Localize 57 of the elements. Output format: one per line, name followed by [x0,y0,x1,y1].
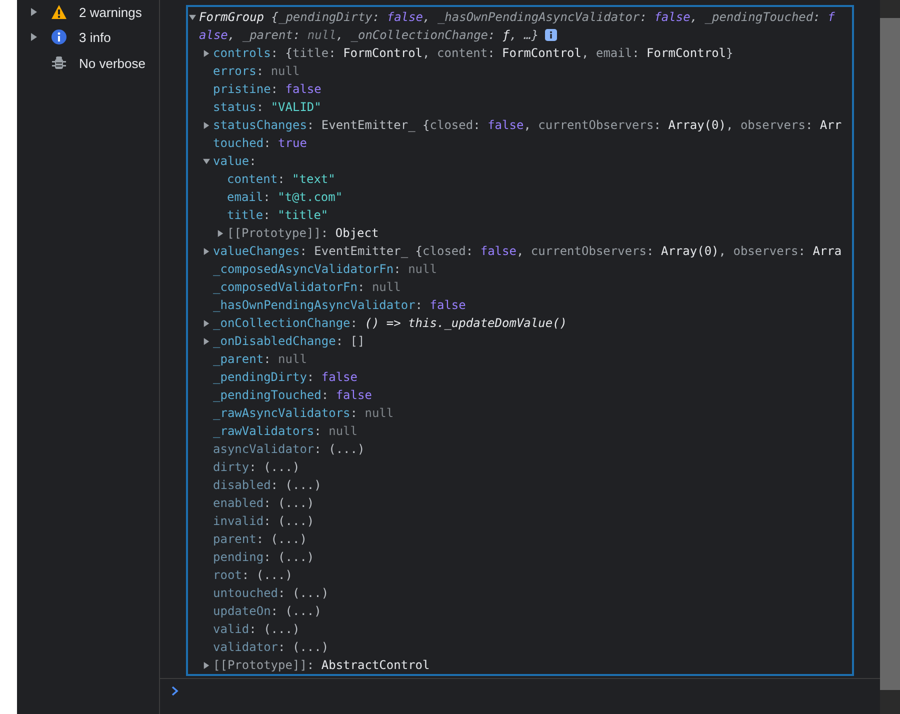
property-line: title: "title" [227,208,328,222]
sidebar-item[interactable]: 3 info [17,24,159,50]
property-line: _pendingDirty: false [213,370,358,384]
warning-icon [51,4,67,20]
collapsed-arrow-icon[interactable] [30,33,38,41]
property-line: _hasOwnPendingAsyncValidator: false [213,298,466,312]
property-line: pristine: false [213,82,322,96]
property-line: untouched: (...) [213,586,329,600]
property-line: invalid: (...) [213,514,314,528]
property-line: errors: null [213,64,300,78]
property-line: status: "VALID" [213,100,322,114]
property-line: _onCollectionChange: () => this._updateDomValue() [213,316,568,330]
property-line: validator: (...) [213,640,329,654]
scrollbar-thumb[interactable] [880,18,900,690]
property-line: _onDisabledChange: [] [213,334,365,348]
property-line: [[Prototype]]: Object [227,226,379,240]
bug-icon [51,55,67,71]
prompt-icon [170,686,180,696]
collapsed-arrow-icon[interactable] [30,8,38,16]
collapsed-arrow-icon[interactable] [203,122,210,128]
property-line: _rawAsyncValidators: null [213,406,394,420]
collapsed-arrow-icon[interactable] [217,230,224,236]
property-line: enabled: (...) [213,496,314,510]
property-line: disabled: (...) [213,478,322,492]
property-line: _pendingTouched: false [213,388,372,402]
property-line: asyncValidator: (...) [213,442,365,456]
property-line: dirty: (...) [213,460,300,474]
collapsed-arrow-icon[interactable] [203,248,210,254]
property-line: root: (...) [213,568,292,582]
collapsed-arrow-icon[interactable] [203,662,210,668]
property-line: statusChanges: EventEmitter_ {closed: false, currentObservers: Array(0), observers: Arr [213,118,842,132]
object-summary: alse, _parent: null, _onCollectionChange: ƒ, …} [199,28,539,42]
property-line: touched: true [213,136,307,150]
property-line: pending: (...) [213,550,314,564]
sidebar-item[interactable]: 2 warnings [17,0,159,24]
property-line: _composedAsyncValidatorFn: null [213,262,437,276]
property-line: parent: (...) [213,532,307,546]
property-line: valueChanges: EventEmitter_ {closed: false, currentObservers: Array(0), observers: Arra [213,244,842,258]
property-line: _parent: null [213,352,307,366]
property-line: updateOn: (...) [213,604,322,618]
property-line: valid: (...) [213,622,300,636]
property-line: content: "text" [227,172,336,186]
property-line: controls: {title: FormControl, content: FormControl, email: FormControl} [213,46,734,60]
collapsed-arrow-icon[interactable] [203,338,210,344]
property-line: [[Prototype]]: AbstractControl [213,658,430,672]
expanded-arrow-icon[interactable] [189,14,196,20]
property-line: email: "t@t.com" [227,190,343,204]
object-summary: FormGroup {_pendingDirty: false, _hasOwnPendingAsyncValidator: false, _pendingTouched: f [199,10,835,24]
info-icon[interactable] [544,29,557,41]
collapsed-arrow-icon[interactable] [203,320,210,326]
property-line: _rawValidators: null [213,424,358,438]
info-icon [51,29,67,45]
expanded-arrow-icon[interactable] [203,158,210,164]
property-line: value: [213,154,256,168]
collapsed-arrow-icon[interactable] [203,50,210,56]
property-line: _composedValidatorFn: null [213,280,401,294]
sidebar-item[interactable]: No verbose [17,50,159,76]
